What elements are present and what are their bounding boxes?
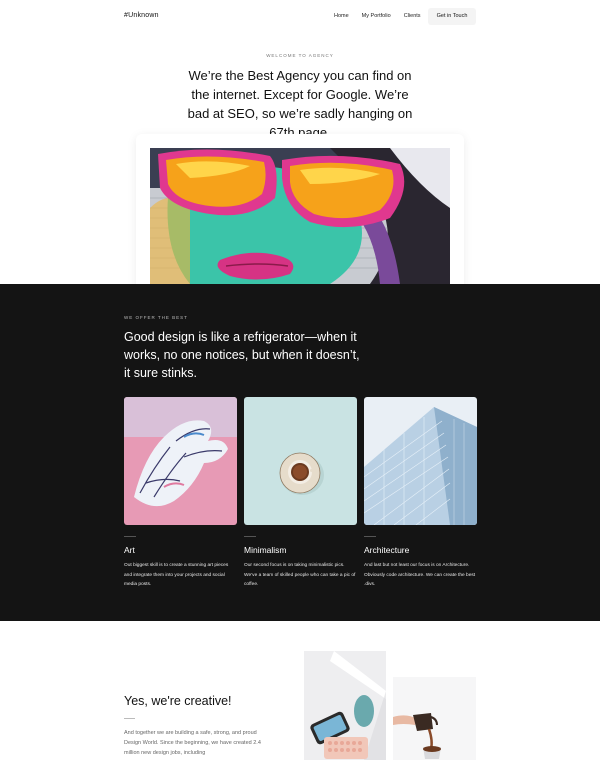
desk-photo (304, 651, 386, 760)
card-divider (124, 536, 136, 537)
card-title: Minimalism (244, 545, 287, 555)
card-title: Architecture (364, 545, 410, 555)
service-card-art[interactable]: Art Out biggest skill is to create a stu… (124, 397, 237, 590)
hero-eyebrow: WELCOME TO AGENCY (266, 53, 334, 58)
pouring-coffee-photo (393, 677, 476, 760)
card-description: Our second focus is on taking minimalist… (244, 563, 356, 587)
nav-link-portfolio[interactable]: My Portfolio (362, 13, 391, 19)
card-description: And last but not least our focus is on A… (364, 563, 476, 587)
card-description: Out biggest skill is to create a stunnin… (124, 563, 229, 587)
nav-links: Home My Portfolio Clients (334, 13, 434, 19)
services-section: WE OFFER THE BEST Good design is like a … (0, 284, 600, 621)
coffee-image (244, 397, 357, 525)
card-divider (364, 536, 376, 537)
services-title: Good design is like a refrigerator—when … (124, 330, 360, 380)
hero-title: We’re the Best Agency you can find on th… (187, 68, 413, 140)
card-divider (244, 536, 256, 537)
service-card-architecture[interactable]: Architecture And last but not least our … (364, 397, 477, 590)
creative-divider (124, 718, 135, 719)
graffiti-mural-image (150, 148, 450, 284)
creative-title: Yes, we're creative! (124, 694, 232, 708)
top-navbar: #Unknown Home My Portfolio Clients Get i… (0, 0, 600, 34)
art-image (124, 397, 237, 525)
get-in-touch-button[interactable]: Get in Touch (428, 8, 476, 25)
brand-logo[interactable]: #Unknown (124, 12, 159, 19)
creative-description: And together we are building a safe, str… (124, 730, 261, 756)
services-eyebrow: WE OFFER THE BEST (124, 315, 188, 320)
hero-image-card (136, 134, 464, 294)
nav-link-home[interactable]: Home (334, 13, 349, 19)
service-card-minimalism[interactable]: Minimalism Our second focus is on taking… (244, 397, 357, 590)
building-image (364, 397, 477, 525)
card-title: Art (124, 545, 135, 555)
nav-link-clients[interactable]: Clients (404, 13, 421, 19)
